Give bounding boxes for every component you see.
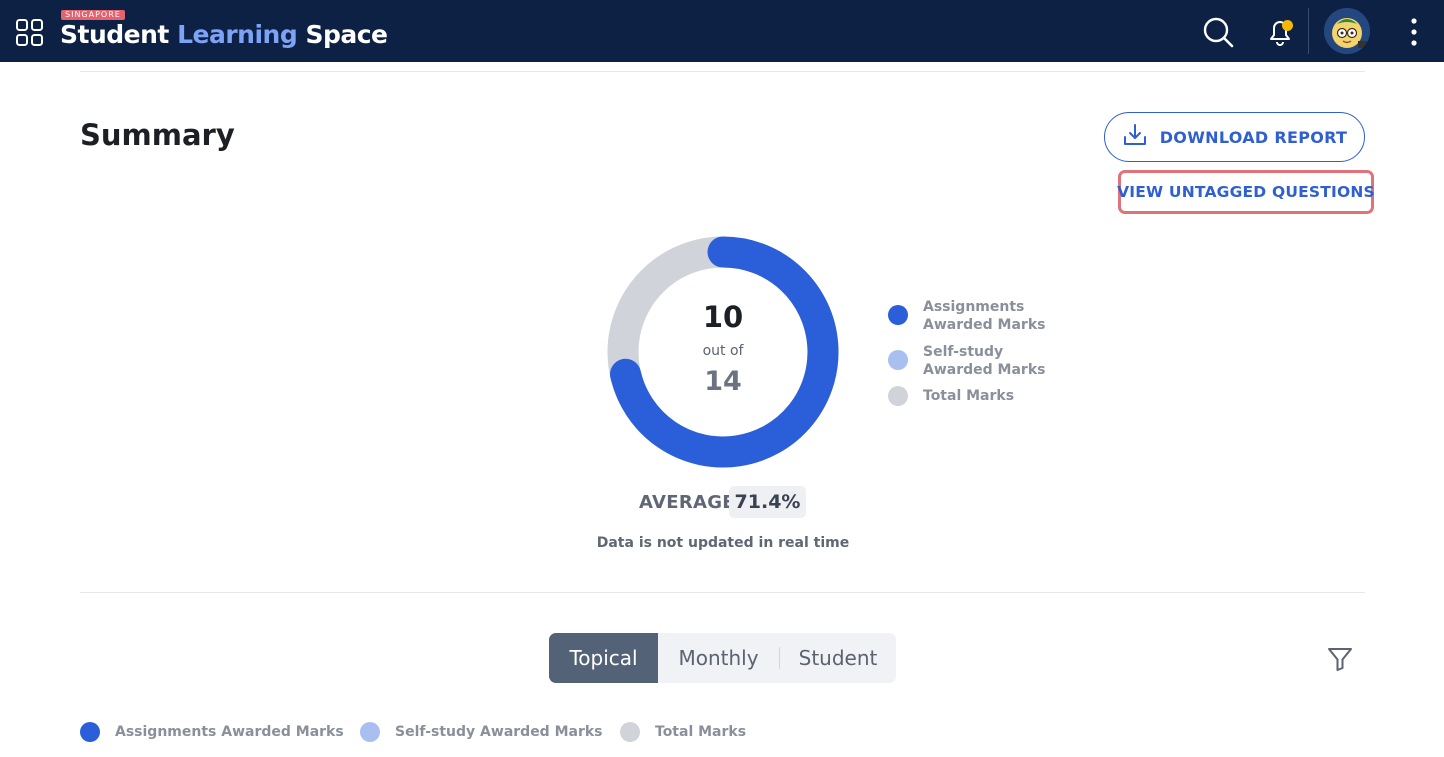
section-divider-top <box>80 71 1365 72</box>
bottom-legend-label-self-study: Self-study Awarded Marks <box>395 724 603 740</box>
legend-label-assignments-line1: Assignments <box>923 299 1025 315</box>
bottom-legend-dot-self-study <box>360 722 380 742</box>
download-report-label: DOWNLOAD REPORT <box>1159 127 1348 147</box>
donut-center-total: 14 <box>704 366 742 397</box>
search-icon[interactable] <box>1201 15 1235 49</box>
logo-word-learning: Learning <box>177 20 298 49</box>
bell-icon[interactable] <box>1263 14 1297 48</box>
more-vertical-icon[interactable] <box>1404 16 1424 48</box>
top-navigation-bar: SINGAPORE Student Learning Space <box>0 0 1444 62</box>
legend-label-assignments: Assignments Awarded Marks <box>923 298 1045 334</box>
filter-icon[interactable] <box>1326 645 1354 673</box>
legend-dot-self-study <box>888 350 908 370</box>
bottom-legend-item-total-marks: Total Marks <box>620 722 746 742</box>
legend-label-self-study-line2: Awarded Marks <box>923 362 1046 378</box>
legend-item-self-study: Self-study Awarded Marks <box>888 343 1045 379</box>
download-icon <box>1122 122 1148 152</box>
bottom-legend-label-assignments: Assignments Awarded Marks <box>115 724 344 740</box>
tab-topical[interactable]: Topical <box>549 633 658 683</box>
download-report-button[interactable]: DOWNLOAD REPORT <box>1104 112 1365 162</box>
apps-grid-icon[interactable] <box>16 19 44 47</box>
bottom-legend-dot-total-marks <box>620 722 640 742</box>
logo-word-student: Student <box>60 20 169 49</box>
average-value-badge: 71.4% <box>729 486 806 518</box>
legend-label-self-study: Self-study Awarded Marks <box>923 343 1045 379</box>
logo-text: Student Learning Space <box>60 18 388 52</box>
bottom-legend-dot-assignments <box>80 722 100 742</box>
legend-item-assignments: Assignments Awarded Marks <box>888 298 1045 334</box>
view-tabs: Topical Monthly Student <box>549 633 896 683</box>
bottom-legend-item-assignments: Assignments Awarded Marks <box>80 722 344 742</box>
avatar[interactable] <box>1324 8 1370 54</box>
legend-dot-assignments <box>888 305 908 325</box>
average-label: AVERAGE <box>639 492 735 513</box>
logo-word-space: Space <box>305 20 388 49</box>
notification-dot <box>1282 20 1293 31</box>
legend-item-total-marks: Total Marks <box>888 381 1014 406</box>
donut-center-out-of: out of <box>702 343 744 359</box>
legend-dot-total-marks <box>888 386 908 406</box>
legend-label-self-study-line1: Self-study <box>923 344 1004 360</box>
legend-label-assignments-line2: Awarded Marks <box>923 317 1046 333</box>
legend-label-total-marks: Total Marks <box>923 388 1015 404</box>
page-title: Summary <box>80 118 235 152</box>
bottom-legend-item-self-study: Self-study Awarded Marks <box>360 722 603 742</box>
tab-student[interactable]: Student <box>780 633 896 683</box>
data-freshness-note: Data is not updated in real time <box>596 535 850 551</box>
header-divider <box>1308 8 1309 54</box>
section-divider-middle <box>80 592 1365 593</box>
tab-monthly[interactable]: Monthly <box>658 633 779 683</box>
donut-center-value: 10 <box>702 300 744 334</box>
bottom-legend-label-total-marks: Total Marks <box>655 724 747 740</box>
view-untagged-questions-link[interactable]: VIEW UNTAGGED QUESTIONS <box>1117 170 1375 214</box>
